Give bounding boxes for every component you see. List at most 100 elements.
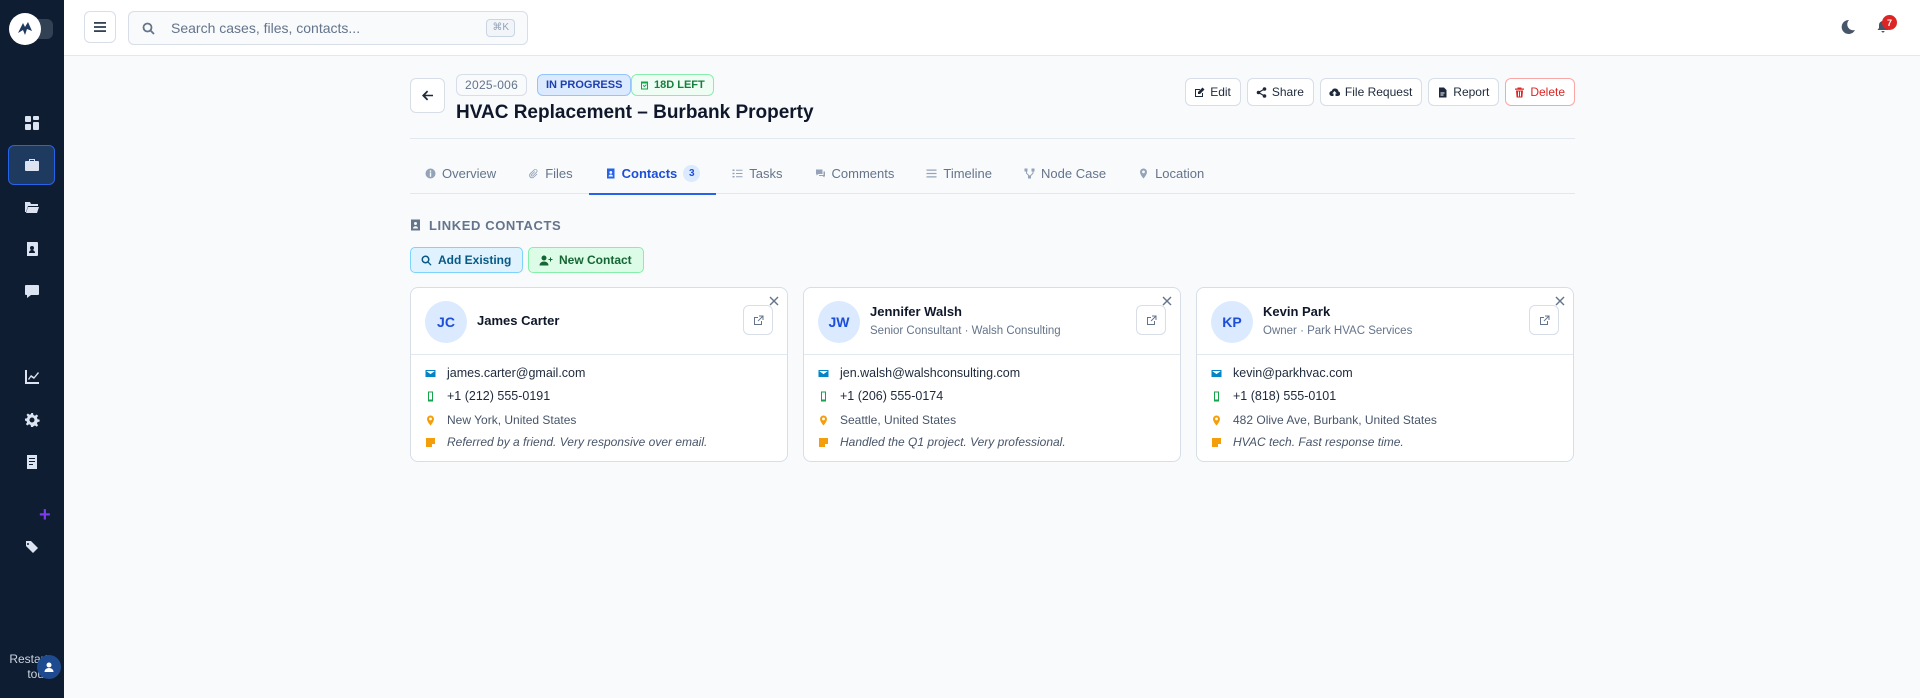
report-button[interactable]: Report xyxy=(1428,78,1500,106)
case-number-badge: 2025-006 xyxy=(456,74,528,96)
map-pin-icon xyxy=(1213,415,1220,425)
app-logo[interactable] xyxy=(9,13,53,45)
sticky-note-icon xyxy=(426,437,435,447)
delete-button[interactable]: Delete xyxy=(1505,78,1575,106)
mobile-phone-icon xyxy=(428,391,433,401)
dashboard-icon xyxy=(24,116,39,130)
arrow-left-icon xyxy=(422,90,433,101)
contacts-count-badge: 3 xyxy=(683,165,701,182)
open-contact-button[interactable] xyxy=(1529,305,1559,335)
page-title: HVAC Replacement – Burbank Property xyxy=(456,102,814,123)
open-contact-button[interactable] xyxy=(1136,305,1166,335)
contact-name[interactable]: James Carter xyxy=(477,313,559,328)
delete-label: Delete xyxy=(1530,85,1565,99)
header-divider xyxy=(410,138,1575,139)
chart-line-icon xyxy=(24,370,39,384)
status-badge: IN PROGRESS xyxy=(537,74,632,96)
user-plus-icon xyxy=(539,255,553,265)
contact-location: Seattle, United States xyxy=(818,413,956,427)
gear-icon xyxy=(24,413,40,427)
address-book-icon xyxy=(606,168,615,179)
user-avatar[interactable] xyxy=(37,655,61,679)
cloud-upload-icon xyxy=(1329,88,1340,96)
user-icon xyxy=(44,662,54,672)
case-tabs: Overview Files Contacts 3 Tasks Comments… xyxy=(410,164,1575,195)
menu-toggle-button[interactable] xyxy=(84,11,116,43)
sidebar-item-messages[interactable] xyxy=(8,271,55,311)
contact-phone[interactable]: +1 (818) 555-0101 xyxy=(1211,389,1336,403)
timeline-icon xyxy=(926,169,937,178)
tab-overview[interactable]: Overview xyxy=(410,164,512,194)
sidebar-item-dashboard[interactable] xyxy=(8,103,55,143)
tab-timeline[interactable]: Timeline xyxy=(910,164,1008,194)
contact-phone-text: +1 (818) 555-0101 xyxy=(1233,389,1337,403)
remove-contact-button[interactable] xyxy=(1555,293,1565,306)
contact-email[interactable]: james.carter@gmail.com xyxy=(425,366,585,380)
tab-node-case[interactable]: Node Case xyxy=(1008,164,1122,194)
contact-phone-text: +1 (206) 555-0174 xyxy=(840,389,944,403)
sidebar-item-analytics[interactable] xyxy=(8,357,55,397)
back-button[interactable] xyxy=(410,78,445,113)
contact-name[interactable]: Jennifer Walsh xyxy=(870,304,962,319)
file-request-button[interactable]: File Request xyxy=(1319,78,1423,106)
sidebar-item-cases[interactable] xyxy=(8,145,55,185)
open-contact-button[interactable] xyxy=(743,305,773,335)
add-existing-label: Add Existing xyxy=(438,253,512,267)
contact-subtitle: Senior Consultant · Walsh Consulting xyxy=(870,325,1061,337)
sidebar-item-tags[interactable] xyxy=(8,527,55,567)
list-check-icon xyxy=(732,169,743,178)
add-existing-button[interactable]: Add Existing xyxy=(410,247,524,273)
contact-subtitle: Owner · Park HVAC Services xyxy=(1263,325,1413,337)
remove-contact-button[interactable] xyxy=(1162,293,1172,306)
edit-icon xyxy=(1195,87,1205,97)
paperclip-icon xyxy=(529,168,538,179)
sidebar-item-contacts[interactable] xyxy=(8,229,55,269)
sidebar-item-reports[interactable] xyxy=(8,442,55,482)
contact-location: 482 Olive Ave, Burbank, United States xyxy=(1211,413,1437,427)
global-search[interactable]: ⌘K xyxy=(128,11,528,45)
avatar: JW xyxy=(818,301,860,343)
contact-phone[interactable]: +1 (212) 555-0191 xyxy=(425,389,550,403)
share-button[interactable]: Share xyxy=(1246,78,1314,106)
tab-contacts[interactable]: Contacts 3 xyxy=(588,164,717,195)
contact-location-text: 482 Olive Ave, Burbank, United States xyxy=(1233,413,1437,427)
close-icon xyxy=(769,296,779,306)
contact-note-text: Referred by a friend. Very responsive ov… xyxy=(447,435,708,449)
tab-overview-label: Overview xyxy=(442,166,497,181)
contact-email[interactable]: kevin@parkhvac.com xyxy=(1211,366,1353,380)
new-contact-button[interactable]: New Contact xyxy=(528,247,644,273)
file-request-label: File Request xyxy=(1344,85,1413,99)
sitemap-icon xyxy=(1024,168,1035,179)
contact-card-header: JW Jennifer Walsh Senior Consultant · Wa… xyxy=(804,288,1180,355)
tab-tasks[interactable]: Tasks xyxy=(716,164,798,194)
tab-timeline-label: Timeline xyxy=(943,166,993,181)
sidebar-item-files[interactable] xyxy=(8,187,55,227)
sticky-note-icon xyxy=(819,437,828,447)
contact-email-text: kevin@parkhvac.com xyxy=(1233,366,1353,380)
contact-card-header: KP Kevin Park Owner · Park HVAC Services xyxy=(1197,288,1573,355)
report-label: Report xyxy=(1453,85,1490,99)
sidebar-item-settings[interactable] xyxy=(8,400,55,440)
contact-cards: JC James Carter james.carter@gmail.com +… xyxy=(410,287,1575,462)
edit-button[interactable]: Edit xyxy=(1185,78,1241,106)
contact-name[interactable]: Kevin Park xyxy=(1263,304,1330,319)
logo-icon xyxy=(9,13,41,45)
contact-card: JW Jennifer Walsh Senior Consultant · Wa… xyxy=(803,287,1181,462)
trash-icon xyxy=(1515,87,1525,97)
search-input[interactable] xyxy=(171,18,471,38)
contact-email[interactable]: jen.walsh@walshconsulting.com xyxy=(818,366,1020,380)
tab-comments[interactable]: Comments xyxy=(799,164,911,194)
dark-mode-toggle-icon[interactable] xyxy=(1839,18,1857,36)
tab-comments-label: Comments xyxy=(831,166,895,181)
plus-icon[interactable]: + xyxy=(39,505,51,525)
share-label: Share xyxy=(1271,85,1304,99)
remove-contact-button[interactable] xyxy=(769,293,779,306)
linked-contacts-heading: LINKED CONTACTS xyxy=(410,216,561,234)
tab-location[interactable]: Location xyxy=(1122,164,1220,194)
new-contact-label: New Contact xyxy=(559,253,632,267)
mobile-phone-icon xyxy=(1214,391,1219,401)
contact-card-header: JC James Carter xyxy=(411,288,787,355)
tab-files[interactable]: Files xyxy=(512,164,588,194)
search-icon xyxy=(142,22,155,35)
contact-phone[interactable]: +1 (206) 555-0174 xyxy=(818,389,943,403)
